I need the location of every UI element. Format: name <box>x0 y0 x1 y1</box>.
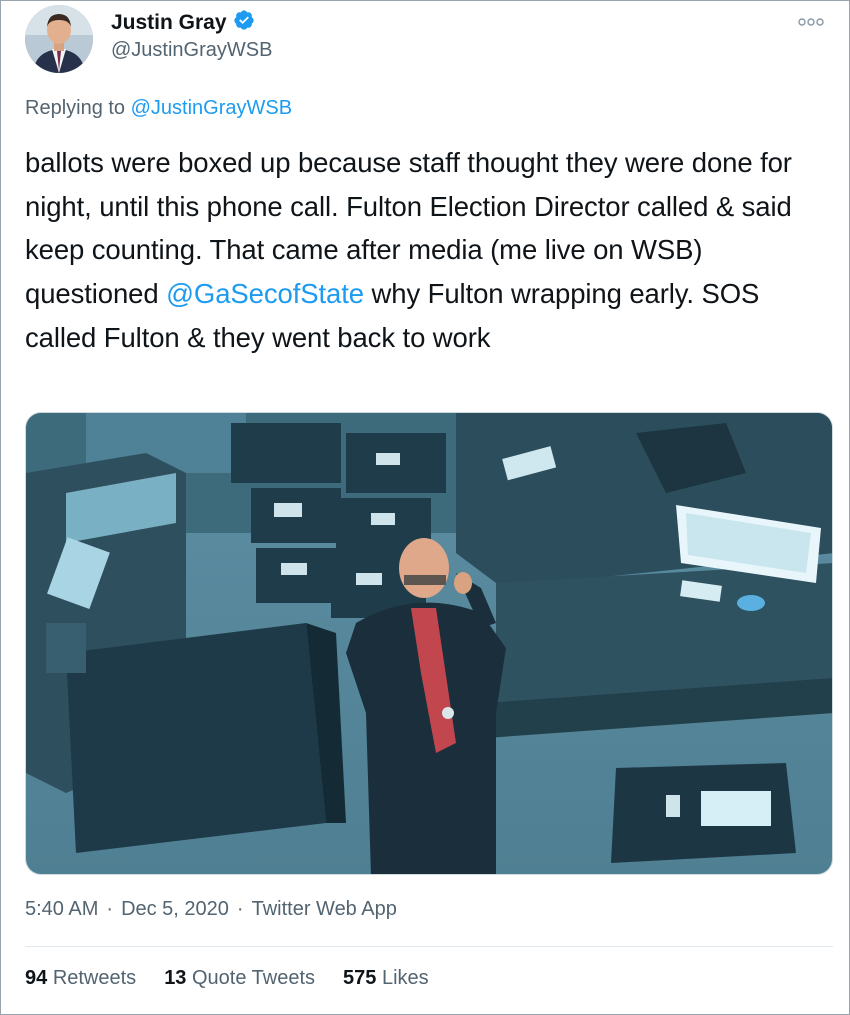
likes-label: Likes <box>381 967 429 989</box>
retweets-label: Retweets <box>52 967 137 989</box>
meta-separator-2: · <box>236 898 244 920</box>
divider <box>25 946 833 947</box>
author-display-name[interactable]: Justin Gray <box>111 11 227 35</box>
avatar[interactable] <box>25 5 93 73</box>
surveillance-photo <box>26 413 832 874</box>
tweet-stats: 94 Retweets 13 Quote Tweets 575 Likes <box>25 967 429 990</box>
likes-count: 575 <box>343 967 377 989</box>
avatar-photo <box>25 5 93 73</box>
verified-badge-icon <box>233 9 255 36</box>
quote-tweets-count: 13 <box>164 967 187 989</box>
quote-tweets-stat[interactable]: 13 Quote Tweets <box>164 967 315 990</box>
tweet-media-image[interactable] <box>25 412 833 875</box>
mention-link[interactable]: @GaSecofState <box>166 278 364 309</box>
tweet-meta: 5:40 AM · Dec 5, 2020 · Twitter Web App <box>25 898 397 921</box>
replying-to-handle-link[interactable]: @JustinGrayWSB <box>131 97 292 119</box>
tweet-text: ballots were boxed up because staff thou… <box>25 141 835 360</box>
retweets-stat[interactable]: 94 Retweets <box>25 967 136 990</box>
tweet-date[interactable]: Dec 5, 2020 <box>121 898 229 921</box>
quote-tweets-label: Quote Tweets <box>192 967 316 989</box>
more-options-icon[interactable] <box>797 15 825 29</box>
tweet-time[interactable]: 5:40 AM <box>25 898 98 921</box>
author-name-row[interactable]: Justin Gray <box>111 9 255 36</box>
replying-to-prefix: Replying to <box>25 97 131 119</box>
author-handle[interactable]: @JustinGrayWSB <box>111 39 272 62</box>
meta-separator: · <box>106 898 114 920</box>
replying-to: Replying to @JustinGrayWSB <box>25 97 292 120</box>
tweet-source[interactable]: Twitter Web App <box>252 898 397 921</box>
retweets-count: 94 <box>25 967 48 989</box>
likes-stat[interactable]: 575 Likes <box>343 967 429 990</box>
tweet-card: Justin Gray @JustinGrayWSB Replying to @… <box>0 0 850 1015</box>
